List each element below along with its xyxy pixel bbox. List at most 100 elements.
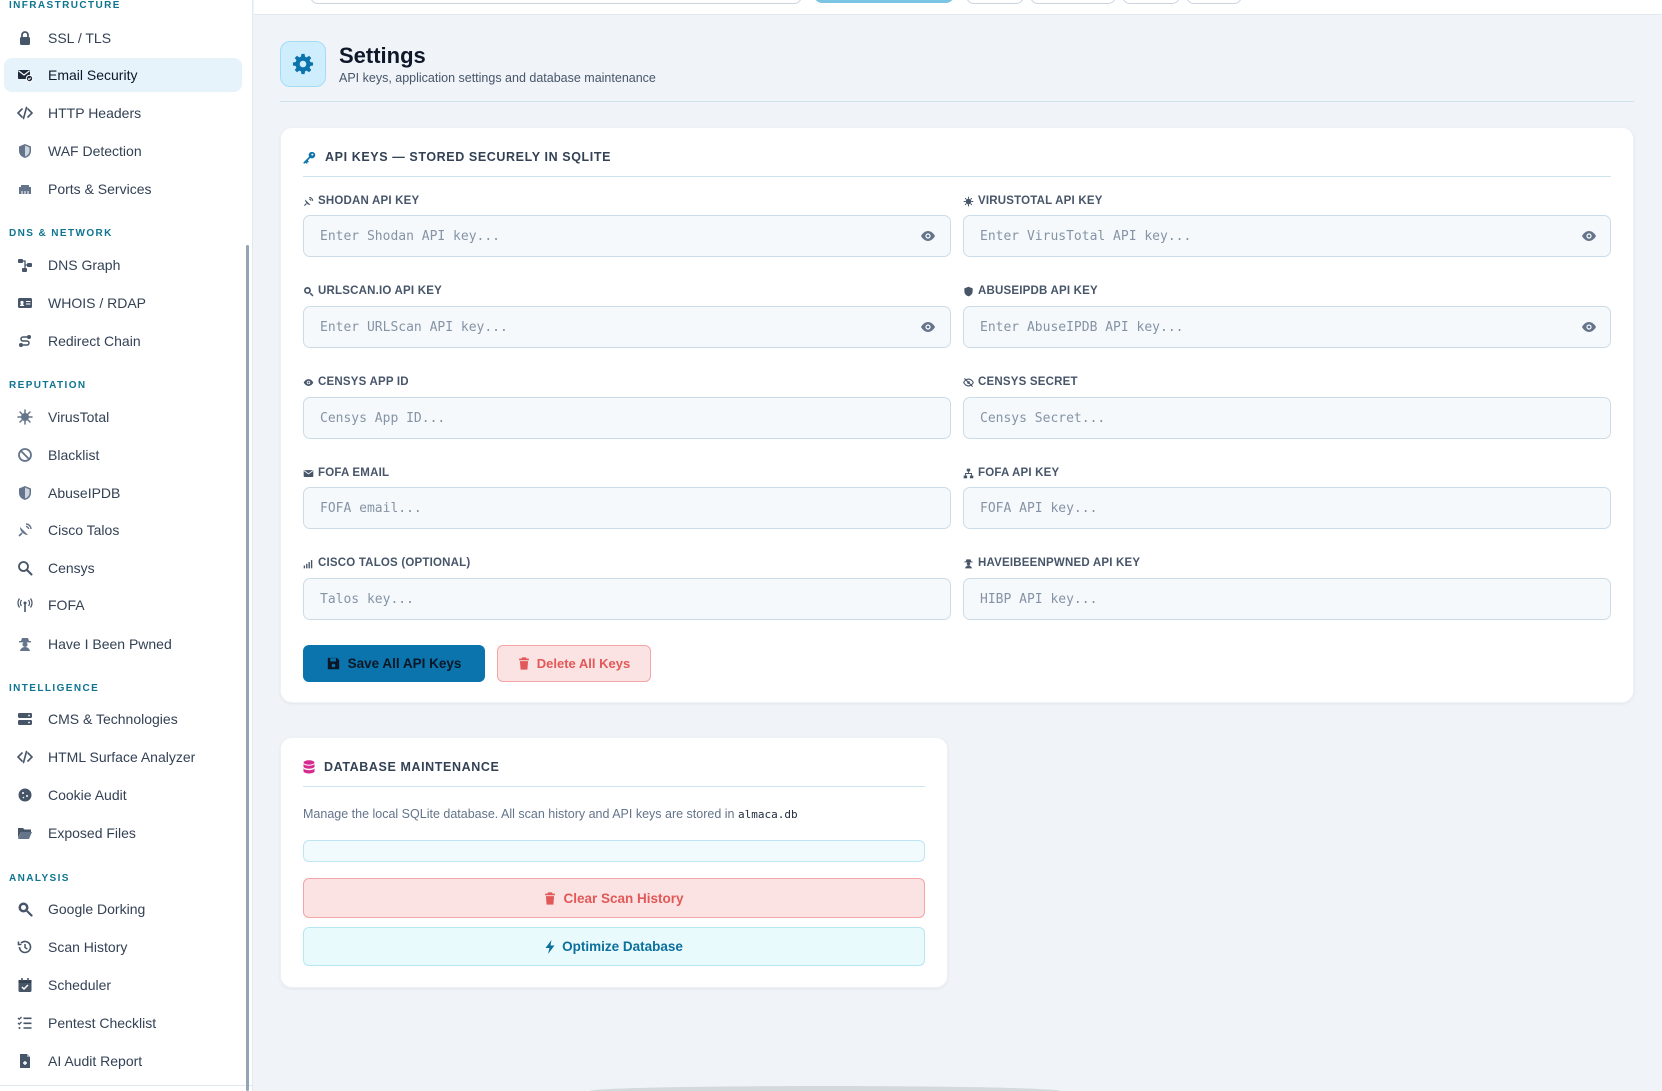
urlscan-label-text: URLSCAN.IO API KEY	[318, 285, 442, 297]
shodan-api-key-input[interactable]	[303, 215, 951, 257]
calendar-check-icon	[16, 976, 34, 994]
gear-icon	[292, 53, 314, 75]
sidebar-item-scheduler[interactable]: Scheduler	[4, 968, 242, 1002]
censys-secret-label: CENSYS SECRET	[963, 376, 1078, 388]
fofa-email-label-text: FOFA EMAIL	[318, 467, 390, 479]
sidebar-item-redirect-chain[interactable]: Redirect Chain	[4, 324, 242, 358]
fofa-api-key-input[interactable]	[963, 487, 1611, 529]
eye-icon[interactable]	[919, 318, 937, 336]
save-all-api-keys-button[interactable]: Save All API Keys	[303, 645, 485, 682]
sidebar-item-abuseipdb[interactable]: AbuseIPDB	[4, 476, 242, 510]
sidebar-item-email-security[interactable]: Email Security	[4, 58, 242, 92]
toolbar-button[interactable]	[966, 0, 1024, 4]
abuseipdb-api-key-input[interactable]	[963, 306, 1611, 348]
virustotal-label-text: VIRUSTOTAL API KEY	[978, 195, 1103, 207]
sidebar-scrollbar[interactable]	[246, 245, 249, 1091]
bottom-toast-shadow	[590, 1086, 1060, 1091]
target-input[interactable]	[310, 0, 802, 4]
sidebar-item-dns-graph[interactable]: DNS Graph	[4, 248, 242, 282]
sidebar-item-http-headers[interactable]: HTTP Headers	[4, 96, 242, 130]
sidebar-item-exposed-files[interactable]: Exposed Files	[4, 816, 242, 850]
scan-button[interactable]	[814, 0, 954, 3]
virustotal-api-key-input[interactable]	[963, 215, 1611, 257]
sidebar-item-label: AbuseIPDB	[48, 485, 121, 501]
server-icon	[16, 710, 34, 728]
ban-icon	[16, 446, 34, 464]
sidebar-item-cms[interactable]: CMS & Technologies	[4, 702, 242, 736]
history-icon	[16, 938, 34, 956]
fofa-email-input[interactable]	[303, 487, 951, 529]
sidebar-item-label: VirusTotal	[48, 409, 110, 425]
sidebar-item-google-dorking[interactable]: Google Dorking	[4, 892, 242, 926]
floppy-disk-icon	[327, 657, 339, 670]
sidebar-item-virustotal[interactable]: VirusTotal	[4, 400, 242, 434]
api-keys-title-text: API KEYS — STORED SECURELY IN SQLITE	[325, 150, 612, 164]
clear-scan-history-button[interactable]: Clear Scan History	[303, 878, 925, 918]
list-check-icon	[16, 1014, 34, 1032]
fofa-email-label: FOFA EMAIL	[303, 467, 389, 479]
sidebar-item-ai-audit-report[interactable]: AI Audit Report	[4, 1044, 242, 1078]
cisco-talos-input[interactable]	[303, 578, 951, 620]
optimize-database-button[interactable]: Optimize Database	[303, 927, 925, 966]
sidebar-item-label: Ports & Services	[48, 181, 152, 197]
divider	[0, 1085, 252, 1086]
censys-app-id-label: CENSYS APP ID	[303, 376, 409, 388]
sidebar-item-cisco-talos[interactable]: Cisco Talos	[4, 513, 242, 547]
delete-all-keys-button[interactable]: Delete All Keys	[497, 645, 651, 682]
sidebar-item-label: Have I Been Pwned	[48, 636, 172, 652]
eye-icon	[303, 378, 314, 386]
save-all-api-keys-label: Save All API Keys	[347, 656, 462, 671]
eye-icon[interactable]	[919, 227, 937, 245]
sidebar-item-waf-detection[interactable]: WAF Detection	[4, 134, 242, 168]
sidebar-item-ports[interactable]: Ports & Services	[4, 172, 242, 206]
sidebar-item-label: HTTP Headers	[48, 105, 142, 121]
sidebar-item-hibp[interactable]: Have I Been Pwned	[4, 627, 242, 661]
sidebar-item-html-surface[interactable]: HTML Surface Analyzer	[4, 740, 242, 774]
eye-icon[interactable]	[1580, 227, 1598, 245]
virus-icon	[963, 196, 974, 206]
hibp-api-key-input[interactable]	[963, 578, 1611, 620]
censys-app-id-input[interactable]	[303, 397, 951, 439]
database-filename: almaca.db	[738, 808, 798, 821]
sidebar-item-label: DNS Graph	[48, 257, 121, 273]
sidebar-item-censys[interactable]: Censys	[4, 551, 242, 585]
database-description-text: Manage the local SQLite database. All sc…	[303, 807, 735, 821]
sidebar-item-whois[interactable]: WHOIS / RDAP	[4, 286, 242, 320]
tower-broadcast-icon	[16, 596, 34, 614]
urlscan-label: URLSCAN.IO API KEY	[303, 285, 442, 297]
file-report-icon	[16, 1052, 34, 1070]
sidebar-item-label: Exposed Files	[48, 825, 136, 841]
sidebar-item-scan-history[interactable]: Scan History	[4, 930, 242, 964]
settings-header-icon	[280, 41, 326, 87]
urlscan-api-key-input[interactable]	[303, 306, 951, 348]
toolbar-button[interactable]	[1030, 0, 1116, 4]
card-divider	[303, 786, 925, 787]
sidebar-item-fofa[interactable]: FOFA	[4, 588, 242, 622]
sidebar-item-label: Redirect Chain	[48, 333, 141, 349]
database-title: DATABASE MAINTENANCE	[303, 760, 499, 774]
card-divider	[303, 176, 1611, 177]
sidebar-item-pentest-checklist[interactable]: Pentest Checklist	[4, 1006, 242, 1040]
sidebar-item-label: HTML Surface Analyzer	[48, 749, 196, 765]
toolbar-button[interactable]	[1122, 0, 1180, 4]
sidebar-item-blacklist[interactable]: Blacklist	[4, 438, 242, 472]
shodan-label-text: SHODAN API KEY	[318, 195, 420, 207]
ethernet-icon	[16, 180, 34, 198]
magnifier-icon	[16, 900, 34, 918]
sidebar-item-cookie-audit[interactable]: Cookie Audit	[4, 778, 242, 812]
database-title-text: DATABASE MAINTENANCE	[324, 760, 500, 774]
sidebar-item-label: Blacklist	[48, 447, 100, 463]
diagram-icon	[16, 256, 34, 274]
sidebar-item-label: Scheduler	[48, 977, 112, 993]
section-title-intelligence: INTELLIGENCE	[9, 683, 100, 694]
sidebar-item-label: WAF Detection	[48, 143, 142, 159]
eye-icon[interactable]	[1580, 318, 1598, 336]
censys-secret-input[interactable]	[963, 397, 1611, 439]
trash-icon	[518, 657, 529, 670]
abuseipdb-label: ABUSEIPDB API KEY	[963, 285, 1098, 297]
toolbar-button[interactable]	[1186, 0, 1242, 4]
route-icon	[16, 332, 34, 350]
clear-scan-history-label: Clear Scan History	[563, 890, 684, 906]
sidebar-item-ssl[interactable]: SSL / TLS	[4, 21, 242, 55]
magnifier-icon	[304, 286, 314, 297]
